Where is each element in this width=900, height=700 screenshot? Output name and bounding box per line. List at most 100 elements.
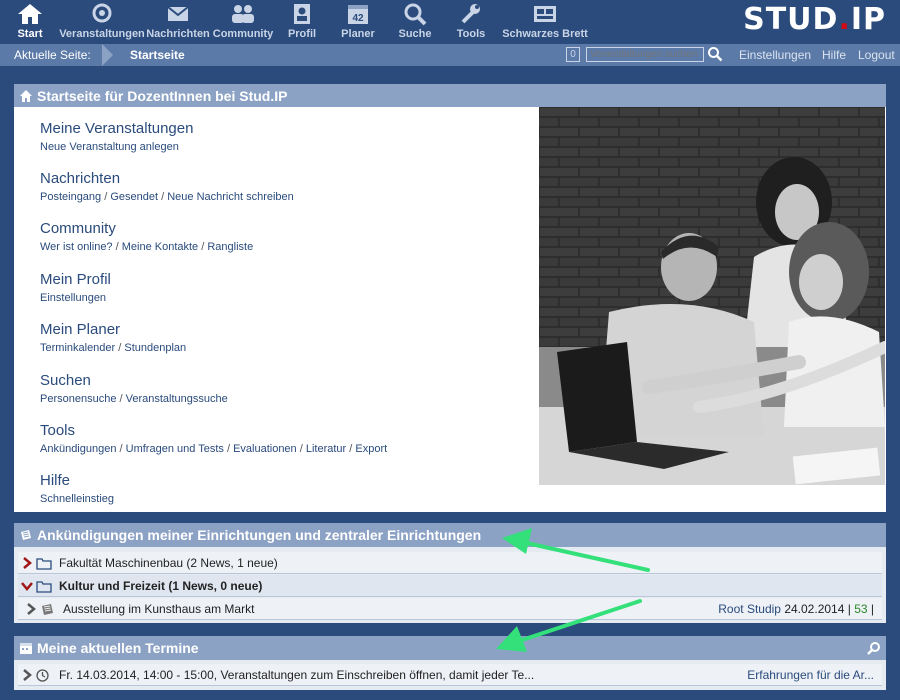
list-item[interactable]: Ausstellung im Kunsthaus am Markt Root S… [18,598,882,620]
dates-panel-header: Meine aktuellen Termine [14,636,886,660]
date-item-label[interactable]: Fr. 14.03.2014, 14:00 - 15:00, Veranstal… [59,664,534,685]
search-icon[interactable] [707,46,723,62]
menu-group-planer: Mein Planer Terminkalender / Stundenplan [40,321,187,354]
folder-open-icon [36,581,52,593]
menu-link[interactable]: Export [355,443,387,455]
seminar-icon [92,3,112,23]
menu-link[interactable]: Wer ist online? [40,241,113,253]
clock-icon [36,669,49,682]
help-link[interactable]: Hilfe [822,48,846,62]
menu-link[interactable]: Neue Nachricht schreiben [167,191,294,203]
breadcrumb: Aktuelle Seite: Startseite 0 Einstellung… [0,44,900,66]
news-icon [21,530,31,540]
news-view-count: 53 [854,602,868,616]
course-search-input[interactable] [586,47,704,62]
menu-link[interactable]: Personensuche [40,393,116,405]
menu-group-nachrichten: Nachrichten Posteingang / Gesendet / Neu… [40,170,294,203]
menu-title[interactable]: Mein Profil [40,271,111,288]
menu-group-community: Community Wer ist online? / Meine Kontak… [40,220,254,253]
menu-link[interactable]: Neue Veranstaltung anlegen [40,141,179,153]
news-list: Fakultät Maschinenbau (2 News, 1 neue) K… [14,547,886,623]
menu-link[interactable]: Ankündigungen [40,443,116,455]
calendar-icon: 42 [348,5,368,24]
settings-icon[interactable] [867,641,881,655]
menu-title[interactable]: Nachrichten [40,170,294,187]
breadcrumb-current[interactable]: Startseite [130,48,185,62]
chevron-right-icon[interactable] [22,669,32,681]
news-date: 24.02.2014 [784,602,845,616]
community-icon [232,5,254,23]
chevron-right-icon[interactable] [26,603,36,615]
news-icon [42,604,53,615]
list-item[interactable]: Kultur und Freizeit (1 News, 0 neue) [18,575,882,597]
studip-logo[interactable]: STUD.IP [743,2,886,37]
menu-link[interactable]: Terminkalender [40,342,115,354]
logout-link[interactable]: Logout [858,48,895,62]
nav-profil[interactable]: Profil [286,0,318,44]
news-author[interactable]: Root Studip [718,602,781,616]
nav-label: Start [17,28,43,40]
nav-label: Community [212,28,274,40]
menu-link[interactable]: Stundenplan [124,342,186,354]
nav-start[interactable]: Start [14,0,46,44]
menu-group-suchen: Suchen Personensuche / Veranstaltungssuc… [40,372,228,405]
news-item-meta: Root Studip 24.02.2014 | 53 | [718,602,874,616]
menu-group-tools: Tools Ankündigungen / Umfragen und Tests… [40,422,388,455]
dates-list: Fr. 14.03.2014, 14:00 - 15:00, Veranstal… [14,660,886,690]
profile-icon [294,4,310,24]
nav-suche[interactable]: Suche [398,0,432,44]
nav-planer[interactable]: 42 Planer [340,0,376,44]
nav-schwarzes-brett[interactable]: Schwarzes Brett [502,0,588,44]
menu-title[interactable]: Mein Planer [40,321,186,338]
nav-community[interactable]: Community [212,0,274,44]
nav-nachrichten[interactable]: Nachrichten [146,0,210,44]
folder-icon [36,558,52,570]
news-folder-label[interactable]: Kultur und Freizeit (1 News, 0 neue) [59,575,262,596]
nav-label: Suche [398,28,432,40]
menu-title[interactable]: Community [40,220,253,237]
board-icon [534,6,556,22]
menu-link[interactable]: Gesendet [110,191,158,203]
news-folder-label[interactable]: Fakultät Maschinenbau (2 News, 1 neue) [59,552,278,573]
nav-label: Profil [287,28,317,40]
calendar-badge: 42 [352,13,364,24]
page-title: Startseite für DozentInnen bei Stud.IP [37,88,288,104]
home-icon [20,90,32,102]
news-title: Ankündigungen meiner Einrichtungen und z… [37,527,482,543]
nav-label: Veranstaltungen [59,28,145,40]
list-item[interactable]: Fakultät Maschinenbau (2 News, 1 neue) [18,552,882,574]
nav-label: Nachrichten [146,28,210,40]
menu-title[interactable]: Tools [40,422,387,439]
nav-tools[interactable]: Tools [455,0,487,44]
menu-link[interactable]: Veranstaltungssuche [126,393,228,405]
breadcrumb-label: Aktuelle Seite: [14,48,91,62]
menu-link[interactable]: Literatur [306,443,346,455]
notification-counter[interactable]: 0 [566,47,580,62]
menu-link[interactable]: Meine Kontakte [122,241,198,253]
news-item-title[interactable]: Ausstellung im Kunsthaus am Markt [63,598,254,619]
dates-title: Meine aktuellen Termine [37,640,199,656]
menu-link[interactable]: Rangliste [207,241,253,253]
menu-group-profil: Mein Profil Einstellungen [40,271,111,304]
menu-link[interactable]: Evaluationen [233,443,297,455]
menu-link[interactable]: Posteingang [40,191,101,203]
menu-link[interactable]: Schnelleinstieg [40,493,114,505]
menu-title[interactable]: Meine Veranstaltungen [40,120,193,137]
calendar-icon [20,643,32,654]
tools-icon [461,4,480,24]
menu-title[interactable]: Hilfe [40,472,114,489]
news-panel-header: Ankündigungen meiner Einrichtungen und z… [14,523,886,547]
list-item[interactable]: Fr. 14.03.2014, 14:00 - 15:00, Veranstal… [18,664,882,686]
menu-link[interactable]: Umfragen und Tests [126,443,224,455]
settings-link[interactable]: Einstellungen [739,48,811,62]
menu-title[interactable]: Suchen [40,372,228,389]
chevron-down-icon[interactable] [21,581,33,591]
chevron-right-icon[interactable] [22,557,32,569]
nav-veranstaltungen[interactable]: Veranstaltungen [58,0,146,44]
home-icon [18,4,42,24]
date-item-course[interactable]: Erfahrungen für die Ar... [747,664,874,685]
menu-group-veranstaltungen: Meine Veranstaltungen Neue Veranstaltung… [40,120,193,153]
menu-link[interactable]: Einstellungen [40,292,106,304]
start-panel-header: Startseite für DozentInnen bei Stud.IP [14,84,886,108]
nav-label: Planer [341,28,375,40]
